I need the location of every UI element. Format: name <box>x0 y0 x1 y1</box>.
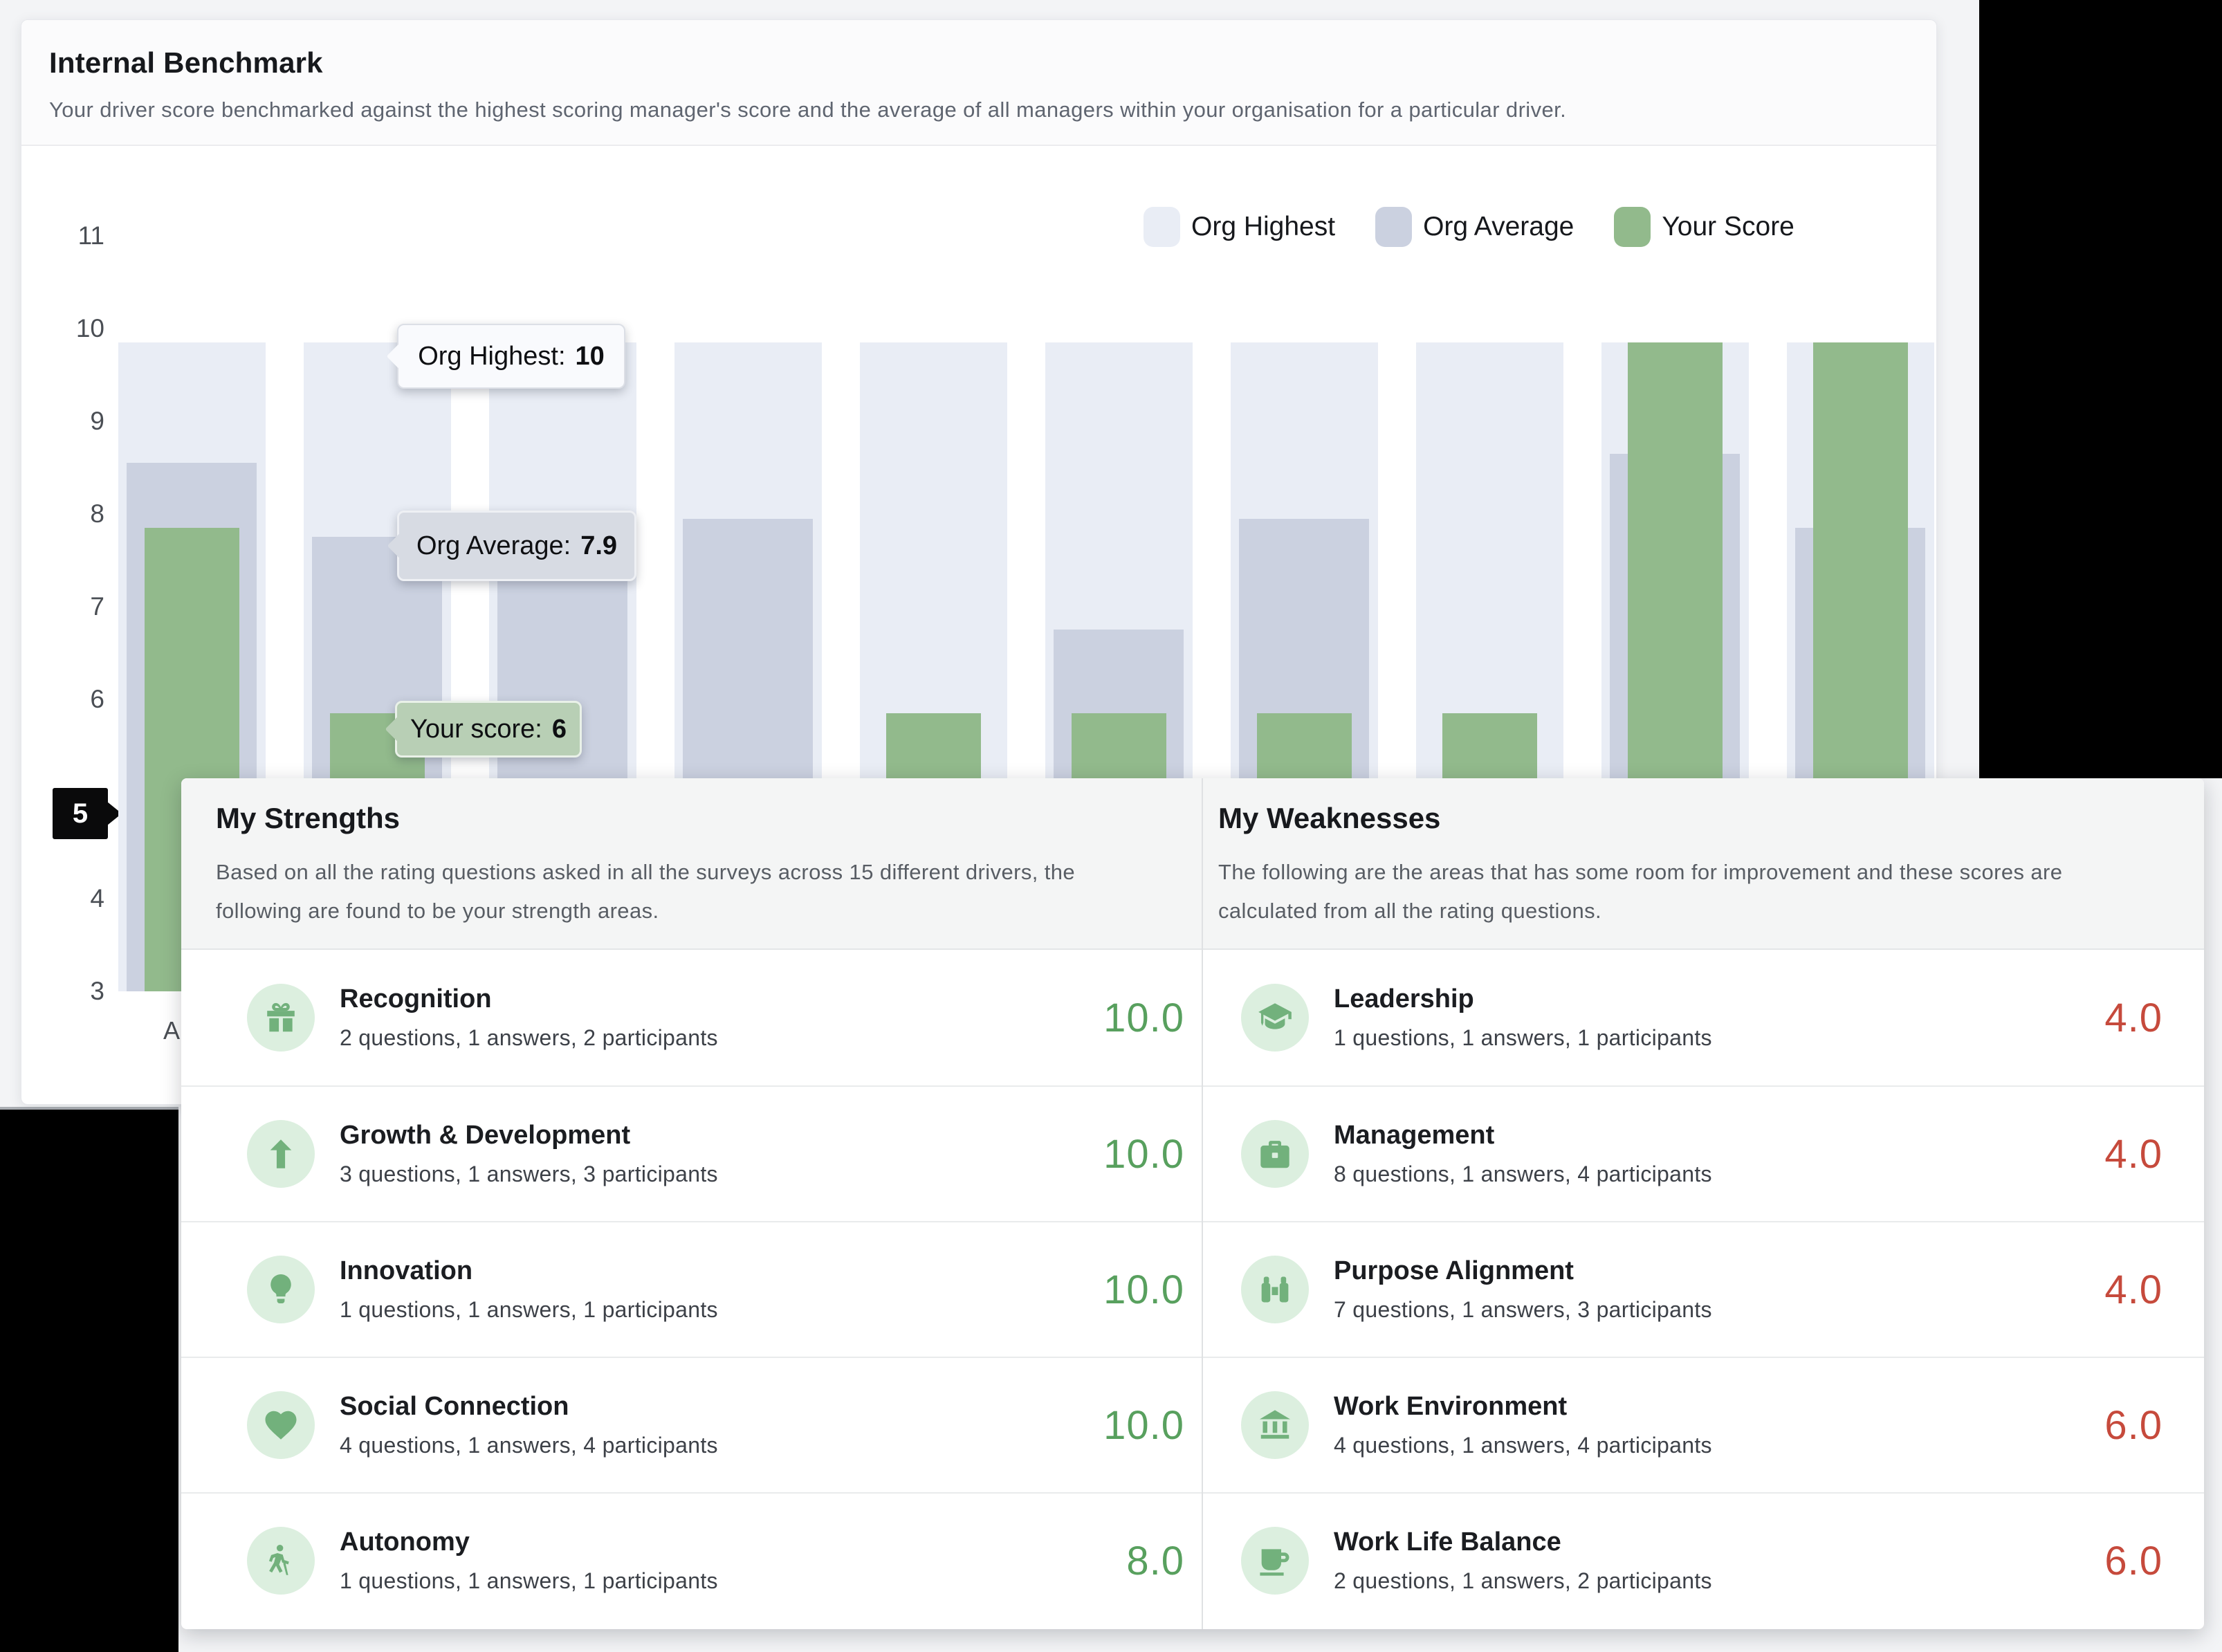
driver-row: Social Connection 4 questions, 1 answers… <box>181 1357 1202 1492</box>
my-strengths-panel: My Strengths Based on all the rating que… <box>181 778 1202 1629</box>
driver-score: 6.0 <box>2104 1538 2163 1584</box>
driver-row: Autonomy 1 questions, 1 answers, 1 parti… <box>181 1492 1202 1628</box>
strengths-list: Recognition 2 questions, 1 answers, 2 pa… <box>181 950 1202 1628</box>
driver-name: Management <box>1334 1121 2104 1150</box>
weaknesses-list: Leadership 1 questions, 1 answers, 1 par… <box>1203 950 2204 1628</box>
briefcase-icon <box>1241 1120 1309 1188</box>
legend-item-org-highest[interactable]: Org Highest <box>1144 207 1335 247</box>
driver-score: 8.0 <box>1126 1538 1184 1584</box>
driver-row: Growth & Development 3 questions, 1 answ… <box>181 1085 1202 1221</box>
driver-name: Growth & Development <box>340 1121 1103 1150</box>
org-average-swatch-icon <box>1375 207 1412 247</box>
screenshot-canvas: Internal Benchmark Your driver score ben… <box>0 0 2222 1652</box>
walking-person-icon <box>247 1527 315 1595</box>
driver-score: 10.0 <box>1103 1267 1184 1313</box>
graduation-cap-icon <box>1241 984 1309 1052</box>
driver-name: Work Environment <box>1334 1392 2104 1422</box>
driver-name: Recognition <box>340 984 1103 1014</box>
binoculars-icon <box>1241 1256 1309 1323</box>
driver-score: 4.0 <box>2104 995 2163 1041</box>
benchmark-card-header: Internal Benchmark Your driver score ben… <box>21 20 1936 146</box>
strengths-title: My Strengths <box>216 802 1153 835</box>
driver-name: Social Connection <box>340 1392 1103 1422</box>
driver-meta: 2 questions, 1 answers, 2 participants <box>1334 1568 2104 1594</box>
driver-score: 10.0 <box>1103 1131 1184 1177</box>
background-black-top-right <box>1979 0 2222 778</box>
driver-row: Innovation 1 questions, 1 answers, 1 par… <box>181 1221 1202 1357</box>
driver-row: Work Life Balance 2 questions, 1 answers… <box>1203 1492 2204 1628</box>
driver-name: Work Life Balance <box>1334 1527 2104 1557</box>
weaknesses-header: My Weaknesses The following are the area… <box>1203 778 2204 950</box>
background-black-bottom-left <box>0 1107 178 1652</box>
driver-score: 4.0 <box>2104 1267 2163 1313</box>
driver-meta: 4 questions, 1 answers, 4 participants <box>1334 1433 2104 1458</box>
driver-meta: 8 questions, 1 answers, 4 participants <box>1334 1162 2104 1187</box>
driver-row: Work Environment 4 questions, 1 answers,… <box>1203 1357 2204 1492</box>
arrow-up-icon <box>247 1120 315 1188</box>
driver-score: 10.0 <box>1103 1402 1184 1449</box>
heart-icon <box>247 1391 315 1459</box>
driver-name: Autonomy <box>340 1527 1126 1557</box>
legend-item-your-score[interactable]: Your Score <box>1614 207 1794 247</box>
tooltip-org-highest: Org Highest: 10 <box>397 324 625 389</box>
driver-score: 10.0 <box>1103 995 1184 1041</box>
driver-score: 4.0 <box>2104 1131 2163 1177</box>
driver-meta: 7 questions, 1 answers, 3 participants <box>1334 1297 2104 1323</box>
driver-meta: 2 questions, 1 answers, 2 participants <box>340 1025 1103 1051</box>
page-title: Internal Benchmark <box>49 46 323 80</box>
driver-meta: 3 questions, 1 answers, 3 participants <box>340 1162 1103 1187</box>
driver-row: Recognition 2 questions, 1 answers, 2 pa… <box>181 950 1202 1085</box>
y-tick: 11 <box>49 222 104 250</box>
strengths-weaknesses-card: My Strengths Based on all the rating que… <box>181 778 2204 1629</box>
driver-meta: 4 questions, 1 answers, 4 participants <box>340 1433 1103 1458</box>
driver-meta: 1 questions, 1 answers, 1 participants <box>340 1297 1103 1323</box>
tooltip-org-average: Org Average: 7.9 <box>397 511 636 581</box>
strengths-header: My Strengths Based on all the rating que… <box>181 778 1202 950</box>
tooltip-your-score: Your score: 6 <box>395 701 582 758</box>
my-weaknesses-panel: My Weaknesses The following are the area… <box>1202 778 2204 1629</box>
driver-row: Management 8 questions, 1 answers, 4 par… <box>1203 1085 2204 1221</box>
weaknesses-description: The following are the areas that has som… <box>1218 853 2163 930</box>
driver-name: Purpose Alignment <box>1334 1256 2104 1286</box>
driver-meta: 1 questions, 1 answers, 1 participants <box>1334 1025 2104 1051</box>
driver-name: Innovation <box>340 1256 1103 1286</box>
lightbulb-icon <box>247 1256 315 1323</box>
chart-legend: Org Highest Org Average Your Score <box>1144 207 1794 247</box>
page-subtitle: Your driver score benchmarked against th… <box>49 98 1566 122</box>
strengths-description: Based on all the rating questions asked … <box>216 853 1153 930</box>
coffee-mug-icon <box>1241 1527 1309 1595</box>
weaknesses-title: My Weaknesses <box>1218 802 2163 835</box>
gift-icon <box>247 984 315 1052</box>
driver-row: Leadership 1 questions, 1 answers, 1 par… <box>1203 950 2204 1085</box>
bank-icon <box>1241 1391 1309 1459</box>
driver-score: 6.0 <box>2104 1402 2163 1449</box>
driver-meta: 1 questions, 1 answers, 1 participants <box>340 1568 1126 1594</box>
driver-row: Purpose Alignment 7 questions, 1 answers… <box>1203 1221 2204 1357</box>
driver-name: Leadership <box>1334 984 2104 1014</box>
legend-item-org-average[interactable]: Org Average <box>1375 207 1574 247</box>
your-score-swatch-icon <box>1614 207 1651 247</box>
org-highest-swatch-icon <box>1144 207 1180 247</box>
